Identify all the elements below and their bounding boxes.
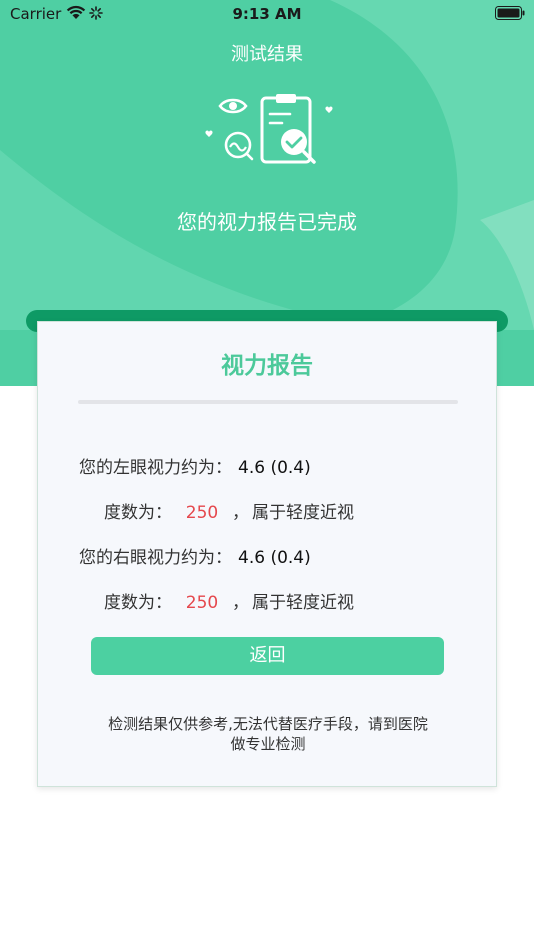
eye-report-icon bbox=[198, 92, 338, 172]
right-eye-description: 属于轻度近视 bbox=[252, 593, 354, 613]
left-eye-description: 属于轻度近视 bbox=[252, 503, 354, 523]
right-eye-separator: ， bbox=[232, 593, 249, 613]
right-eye-degree-row: 度数为： 250 ，属于轻度近视 bbox=[104, 588, 354, 613]
card-title: 视力报告 bbox=[221, 353, 313, 379]
back-button[interactable]: 返回 bbox=[91, 637, 444, 675]
right-eye-degree-value: 250 bbox=[185, 593, 219, 613]
right-eye-degree-label: 度数为： bbox=[104, 593, 172, 613]
left-eye-value: 4.6 (0.4) bbox=[238, 458, 311, 478]
vision-report-card: 视力报告 您的左眼视力约为： 4.6 (0.4) 度数为： 250，属于轻度近视 您… bbox=[37, 321, 497, 787]
right-eye-vision-row: 您的右眼视力约为： 4.6 (0.4) bbox=[79, 543, 311, 568]
clock-label: 9:13 AM bbox=[232, 5, 302, 23]
disclaimer-line-1: 检测结果仅供参考,无法代替医疗手段，请到医院 bbox=[108, 715, 428, 733]
left-eye-separator: ， bbox=[232, 503, 249, 523]
disclaimer-text: 检测结果仅供参考,无法代替医疗手段，请到医院 做专业检测 bbox=[78, 714, 458, 754]
report-complete-subtitle: 您的视力报告已完成 bbox=[177, 210, 357, 234]
left-eye-degree-label: 度数为： bbox=[104, 503, 172, 523]
left-eye-vision-row: 您的左眼视力约为： 4.6 (0.4) bbox=[79, 453, 311, 478]
status-bar: Carrier 9:13 AM bbox=[0, 0, 534, 28]
right-eye-label: 您的右眼视力约为： bbox=[79, 548, 232, 568]
card-divider bbox=[78, 400, 458, 404]
right-eye-value: 4.6 (0.4) bbox=[238, 548, 311, 568]
page-title: 测试结果 bbox=[231, 44, 303, 65]
left-eye-degree-row: 度数为： 250 ，属于轻度近视 bbox=[104, 498, 354, 523]
left-eye-degree-value: 250 bbox=[185, 503, 219, 523]
left-eye-label: 您的左眼视力约为： bbox=[79, 458, 232, 478]
disclaimer-line-2: 做专业检测 bbox=[230, 735, 306, 753]
battery-icon bbox=[495, 6, 525, 24]
